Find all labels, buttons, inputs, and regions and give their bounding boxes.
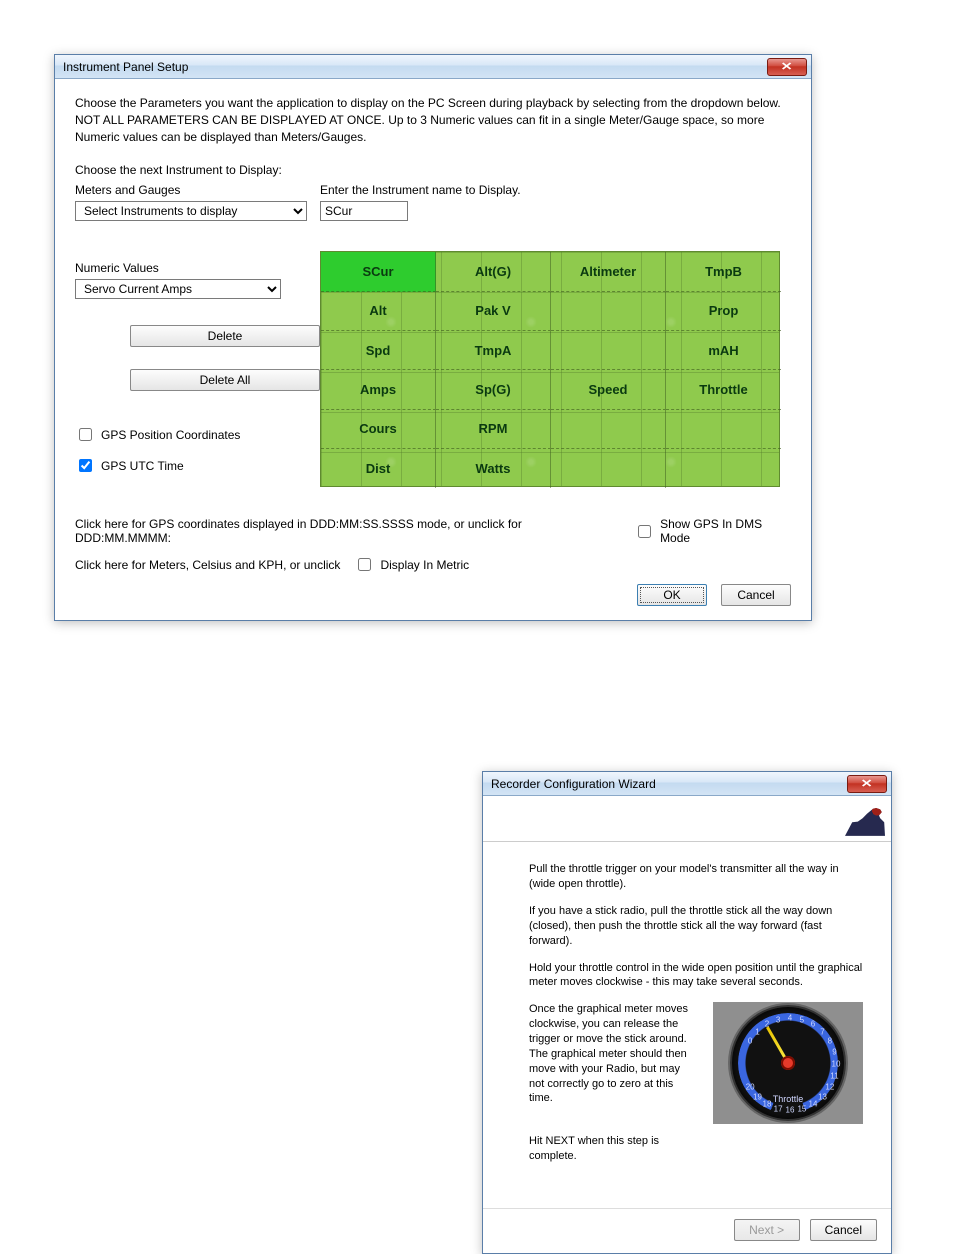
instrument-name-input[interactable]	[320, 201, 408, 221]
next-button[interactable]: Next >	[734, 1219, 800, 1241]
choose-next-label: Choose the next Instrument to Display:	[75, 163, 791, 177]
logo-icon	[845, 802, 885, 836]
titlebar[interactable]: Recorder Configuration Wizard ✕	[483, 772, 891, 796]
gauge-tick-label: 4	[788, 1014, 792, 1025]
gauge-tick-label: 20	[746, 1083, 755, 1094]
wizard-text-2: If you have a stick radio, pull the thro…	[529, 904, 863, 949]
delete-button[interactable]: Delete	[130, 325, 320, 347]
grid-cell[interactable]: Dist	[321, 449, 436, 488]
instrument-panel-setup-dialog: Instrument Panel Setup ✕ Choose the Para…	[54, 54, 812, 621]
grid-cell[interactable]: mAH	[666, 331, 781, 370]
delete-all-button[interactable]: Delete All	[130, 369, 320, 391]
gauge-tick-label: 1	[755, 1027, 759, 1038]
gauge-preview: 01234567891011121314151617181920 Throttl…	[713, 1002, 863, 1124]
gauge-tick-label: 0	[748, 1037, 752, 1048]
grid-cell[interactable]: Sp(G)	[436, 370, 551, 409]
instrument-grid-preview[interactable]: SCurAltSpdAmpsCoursDist Alt(G)Pak VTmpASp…	[320, 251, 780, 487]
grid-cell[interactable]: Spd	[321, 331, 436, 370]
grid-cell[interactable]	[551, 449, 666, 488]
dialog-body: Choose the Parameters you want the appli…	[55, 79, 811, 620]
grid-cell[interactable]: Altimeter	[551, 252, 666, 291]
gauge-tick-label: 17	[774, 1104, 783, 1115]
recorder-config-wizard-dialog: Recorder Configuration Wizard ✕ Pull the…	[482, 771, 892, 1254]
meters-gauges-label: Meters and Gauges	[75, 183, 320, 197]
gauge-tick-label: 10	[832, 1060, 841, 1071]
grid-cell[interactable]	[666, 449, 781, 488]
wizard-text-3: Hold your throttle control in the wide o…	[529, 961, 863, 991]
grid-cell[interactable]: Speed	[551, 370, 666, 409]
close-button[interactable]: ✕	[767, 58, 807, 76]
grid-cell[interactable]: Amps	[321, 370, 436, 409]
wizard-text-5: Hit NEXT when this step is complete.	[529, 1134, 697, 1164]
wizard-text-1: Pull the throttle trigger on your model'…	[529, 862, 863, 892]
gauge-tick-label: 8	[828, 1037, 832, 1048]
enter-name-label: Enter the Instrument name to Display.	[320, 183, 791, 197]
grid-cell[interactable]: SCur	[321, 252, 436, 291]
grid-cell[interactable]: Alt(G)	[436, 252, 551, 291]
metric-hint: Click here for Meters, Celsius and KPH, …	[75, 558, 340, 572]
left-column: Meters and Gauges Select Instruments to …	[75, 181, 320, 487]
gauge-tick-label: 16	[786, 1106, 795, 1117]
numeric-values-label: Numeric Values	[75, 261, 320, 275]
grid-cell[interactable]: TmpA	[436, 331, 551, 370]
grid-cell[interactable]: Throttle	[666, 370, 781, 409]
gps-utc-label: GPS UTC Time	[101, 459, 184, 473]
intro-line-1: Choose the Parameters you want the appli…	[75, 95, 791, 112]
gps-position-checkbox[interactable]	[79, 428, 92, 441]
grid-cell[interactable]: Watts	[436, 449, 551, 488]
gauge-tick-label: 7	[820, 1027, 824, 1038]
grid-cell[interactable]	[666, 410, 781, 449]
numeric-values-dropdown[interactable]: Servo Current Amps	[75, 279, 281, 299]
grid-cell[interactable]: Cours	[321, 410, 436, 449]
meters-gauges-dropdown[interactable]: Select Instruments to display	[75, 201, 307, 221]
window-title: Instrument Panel Setup	[63, 60, 767, 74]
grid-cell[interactable]	[551, 292, 666, 331]
close-icon: ✕	[781, 60, 793, 73]
grid-cell[interactable]: Pak V	[436, 292, 551, 331]
grid-cell[interactable]: Prop	[666, 292, 781, 331]
display-metric-label: Display In Metric	[380, 558, 469, 572]
gauge-tick-label: 6	[811, 1020, 815, 1031]
show-gps-dms-checkbox[interactable]	[638, 525, 651, 538]
cancel-button[interactable]: Cancel	[810, 1219, 877, 1241]
gauge-tick-label: 15	[797, 1104, 806, 1115]
gps-position-label: GPS Position Coordinates	[101, 428, 240, 442]
close-icon: ✕	[861, 777, 873, 790]
display-metric-checkbox[interactable]	[358, 558, 371, 571]
grid-cell[interactable]	[551, 410, 666, 449]
ok-button[interactable]: OK	[637, 584, 707, 606]
window-title: Recorder Configuration Wizard	[491, 777, 847, 791]
grid-cell[interactable]	[551, 331, 666, 370]
grid-cell[interactable]: TmpB	[666, 252, 781, 291]
grid-cell[interactable]: RPM	[436, 410, 551, 449]
intro-line-2: NOT ALL PARAMETERS CAN BE DISPLAYED AT O…	[75, 112, 791, 146]
gauge-tick-label: 11	[830, 1072, 838, 1083]
wizard-banner	[483, 796, 891, 842]
gauge-tick-label: 5	[800, 1015, 804, 1026]
gauge-tick-label: 3	[776, 1015, 780, 1026]
wizard-text-4: Once the graphical meter moves clockwise…	[529, 1002, 697, 1106]
cancel-button[interactable]: Cancel	[721, 584, 791, 606]
gps-utc-checkbox[interactable]	[79, 459, 92, 472]
gauge-tick-label: 9	[832, 1048, 836, 1059]
show-gps-dms-label: Show GPS In DMS Mode	[660, 517, 791, 545]
gps-mode-hint: Click here for GPS coordinates displayed…	[75, 517, 606, 545]
intro-text: Choose the Parameters you want the appli…	[75, 95, 791, 145]
dialog-body: Pull the throttle trigger on your model'…	[483, 796, 891, 1253]
gauge-label: Throttle	[732, 1093, 844, 1105]
titlebar[interactable]: Instrument Panel Setup ✕	[55, 55, 811, 79]
gauge-hub	[781, 1056, 795, 1070]
close-button[interactable]: ✕	[847, 775, 887, 793]
right-column: Enter the Instrument name to Display. SC…	[320, 181, 791, 487]
throttle-gauge: 01234567891011121314151617181920 Throttl…	[730, 1005, 846, 1121]
grid-cell[interactable]: Alt	[321, 292, 436, 331]
